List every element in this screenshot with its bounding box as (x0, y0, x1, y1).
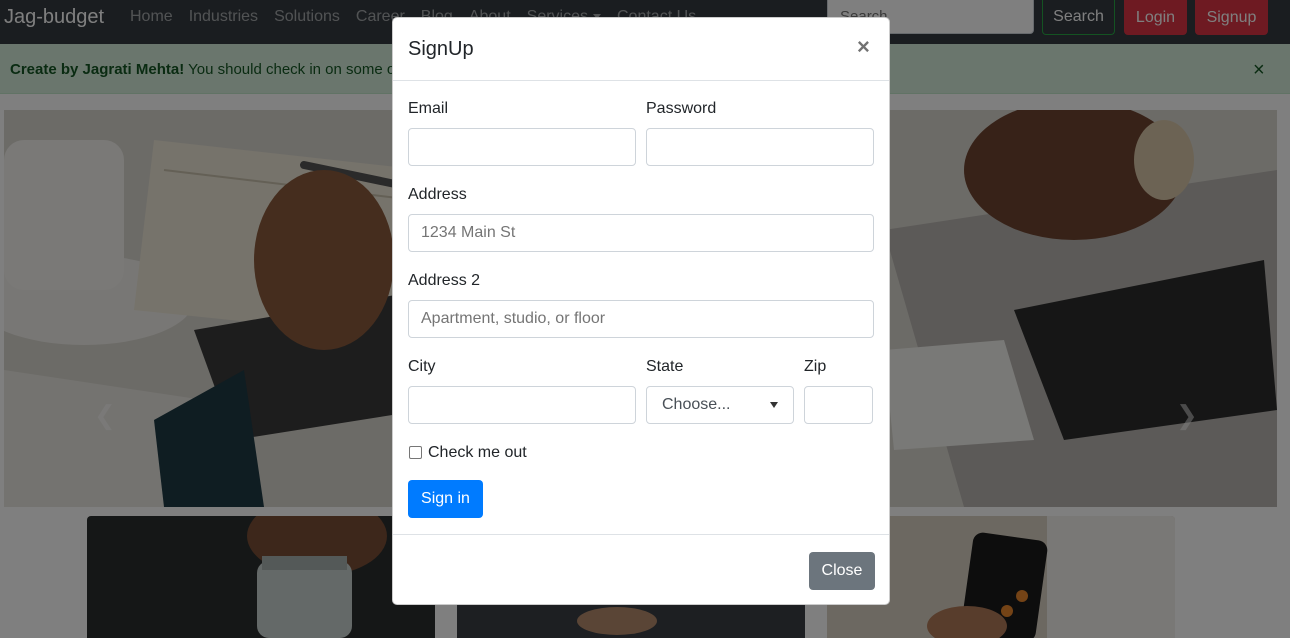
email-field[interactable] (408, 128, 636, 166)
address2-field[interactable] (408, 300, 874, 338)
zip-field[interactable] (804, 386, 873, 424)
state-label: State (646, 358, 684, 375)
state-selected-value: Choose... (662, 396, 731, 413)
check-me-out-label[interactable]: Check me out (428, 444, 527, 462)
check-me-out-checkbox[interactable] (409, 446, 422, 459)
sign-in-button[interactable]: Sign in (408, 480, 483, 518)
password-field[interactable] (646, 128, 874, 166)
chevron-down-icon (770, 402, 778, 408)
city-label: City (408, 358, 436, 375)
modal-footer: Close (393, 534, 889, 604)
modal-header: SignUp × (393, 18, 889, 81)
state-select[interactable]: Choose... (646, 386, 794, 424)
zip-label: Zip (804, 358, 827, 375)
close-icon[interactable]: × (857, 36, 870, 58)
city-field[interactable] (408, 386, 636, 424)
signup-modal: SignUp × Email Password Address Address … (392, 17, 890, 605)
password-label: Password (646, 100, 717, 117)
email-label: Email (408, 100, 449, 117)
address-field[interactable] (408, 214, 874, 252)
address-label: Address (408, 186, 467, 203)
close-button[interactable]: Close (809, 552, 875, 590)
modal-title: SignUp (408, 38, 474, 60)
address2-label: Address 2 (408, 272, 481, 289)
